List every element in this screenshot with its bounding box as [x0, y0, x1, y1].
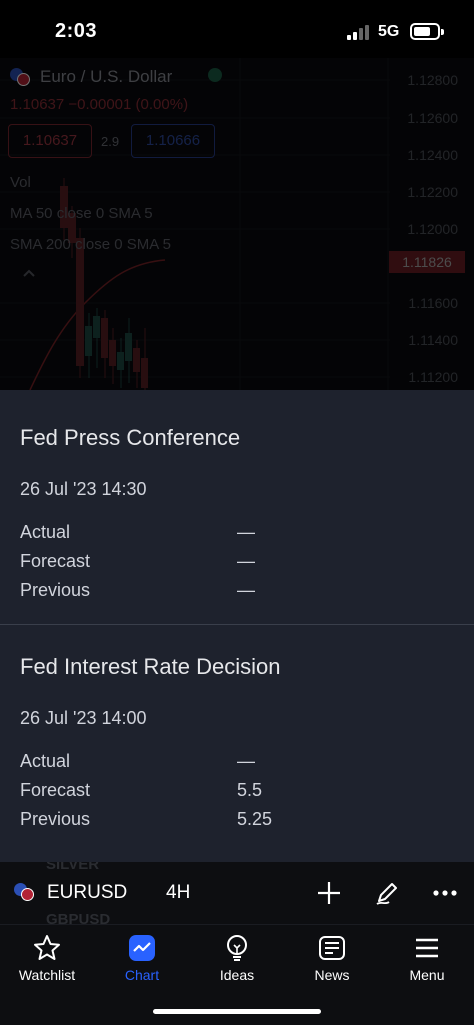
symbol-selector[interactable]: EURUSD: [47, 882, 127, 904]
market-status-icon[interactable]: [208, 68, 222, 82]
event-datetime: 26 Jul '23 14:00: [20, 708, 147, 728]
previous-value: 5.25: [237, 809, 273, 829]
nav-ideas[interactable]: Ideas: [190, 933, 284, 983]
nav-label: Chart: [124, 967, 160, 983]
actual-value: —: [237, 751, 255, 771]
price-axis-label: 1.12400: [407, 147, 458, 163]
actual-label: Actual: [20, 522, 71, 542]
previous-label: Previous: [20, 809, 91, 829]
price-axis-label: 1.12600: [407, 110, 458, 126]
network-label: 5G: [378, 23, 400, 40]
divider: [0, 624, 474, 625]
star-icon: [34, 935, 60, 960]
price-axis-label: 1.12000: [407, 221, 458, 237]
plus-icon[interactable]: [315, 879, 343, 907]
previous-value: —: [237, 580, 255, 600]
chart-area[interactable]: Euro / U.S. Dollar 1.10637 −0.00001 (0.0…: [0, 58, 474, 390]
indicator-volume[interactable]: Vol: [10, 174, 31, 191]
chart-toolbar: SILVER GBPUSD EURUSD 4H: [0, 862, 474, 924]
previous-label: Previous: [20, 580, 91, 600]
nav-watchlist[interactable]: Watchlist: [0, 933, 94, 983]
forecast-label: Forecast: [20, 780, 91, 800]
interval-selector[interactable]: 4H: [166, 882, 190, 904]
actual-label: Actual: [20, 751, 71, 771]
status-bar: 2:03 5G: [0, 0, 474, 58]
forecast-value: 5.5: [237, 780, 263, 800]
status-time: 2:03: [55, 20, 98, 42]
indicator-sma-200[interactable]: SMA 200 close 0 SMA 5: [10, 236, 171, 253]
chart-icon: [129, 935, 155, 961]
forecast-label: Forecast: [20, 551, 91, 571]
price-axis-label: 1.11200: [408, 369, 458, 385]
home-indicator[interactable]: [153, 1009, 321, 1014]
nav-label: Menu: [409, 967, 445, 983]
price-axis-label: 1.11400: [408, 332, 458, 348]
chevron-up-icon[interactable]: [22, 266, 36, 280]
event-datetime: 26 Jul '23 14:30: [20, 479, 147, 499]
sell-button[interactable]: 1.10637: [8, 124, 92, 158]
event-title: Fed Press Conference: [20, 425, 241, 450]
actual-value: —: [237, 522, 255, 542]
ghost-symbol-below: GBPUSD: [46, 911, 111, 924]
spread-value: 2.9: [101, 134, 120, 149]
nav-label: Watchlist: [18, 967, 76, 983]
hamburger-icon: [416, 938, 438, 958]
current-price-tag: 1.11826: [389, 251, 465, 273]
nav-label: News: [314, 967, 350, 983]
buy-button[interactable]: 1.10666: [131, 124, 215, 158]
price-axis-label: 1.11600: [408, 295, 458, 311]
pen-icon[interactable]: [373, 879, 401, 907]
symbol-name: Euro / U.S. Dollar: [40, 67, 173, 86]
bulb-icon: [227, 935, 247, 961]
symbol-header[interactable]: Euro / U.S. Dollar: [10, 67, 172, 87]
nav-news[interactable]: News: [285, 933, 379, 983]
news-icon: [319, 936, 345, 960]
price-change: 1.10637 −0.00001 (0.00%): [10, 96, 189, 113]
event-title: Fed Interest Rate Decision: [20, 654, 281, 679]
nav-label: Ideas: [219, 967, 255, 983]
signal-icon: [347, 24, 371, 40]
forecast-value: —: [237, 551, 255, 571]
event-sheet: Fed Press Conference 26 Jul '23 14:30 Ac…: [0, 390, 474, 862]
more-icon[interactable]: [431, 879, 459, 907]
eurusd-flag-icon: [14, 883, 36, 901]
eurusd-flag-icon: [10, 68, 32, 86]
price-axis-label: 1.12800: [407, 72, 458, 88]
ghost-symbol-above: SILVER: [46, 862, 100, 873]
nav-menu[interactable]: Menu: [380, 933, 474, 983]
price-axis-label: 1.12200: [407, 184, 458, 200]
nav-chart[interactable]: Chart: [95, 933, 189, 983]
indicator-ma-50[interactable]: MA 50 close 0 SMA 5: [10, 205, 153, 222]
battery-icon: [410, 23, 444, 40]
